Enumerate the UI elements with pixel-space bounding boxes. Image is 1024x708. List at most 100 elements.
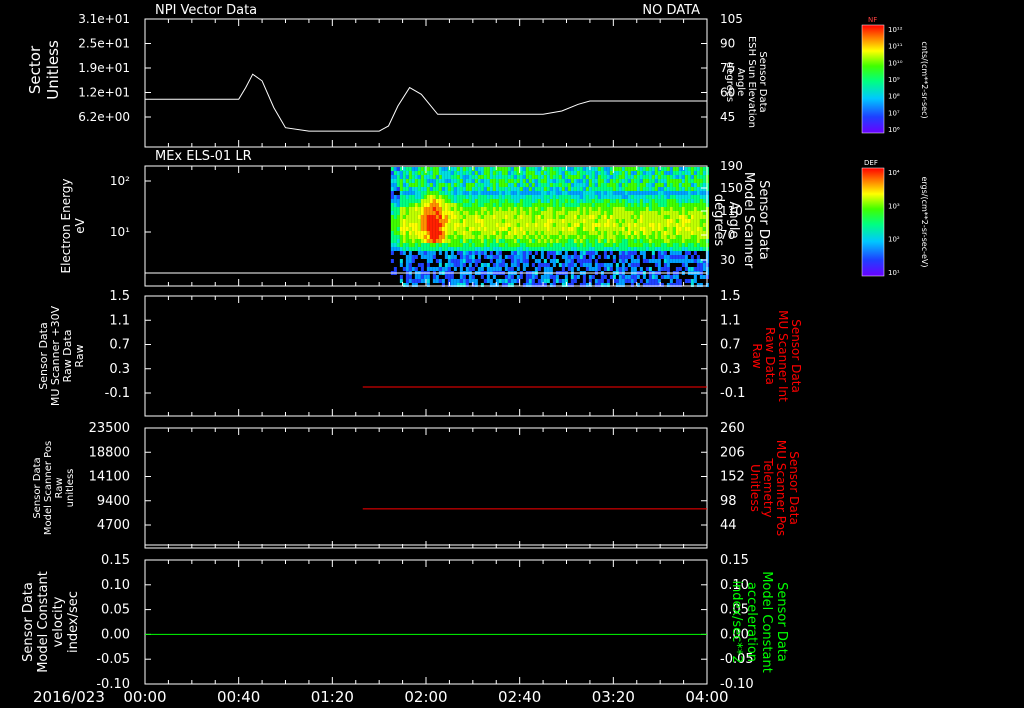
- heatmap-cell: [675, 167, 679, 171]
- heatmap-cell: [456, 199, 460, 203]
- heatmap-cell: [594, 235, 598, 239]
- heatmap-cell: [519, 211, 523, 215]
- heatmap-cell: [531, 191, 535, 195]
- heatmap-cell: [453, 215, 457, 219]
- heatmap-cell: [657, 191, 661, 195]
- heatmap-cell: [570, 235, 574, 239]
- heatmap-cell: [534, 211, 538, 215]
- heatmap-cell: [420, 183, 424, 187]
- heatmap-cell: [471, 187, 475, 191]
- heatmap-cell: [693, 215, 697, 219]
- heatmap-cell: [411, 231, 415, 235]
- heatmap-cell: [675, 243, 679, 247]
- heatmap-cell: [507, 279, 511, 283]
- heatmap-cell: [603, 199, 607, 203]
- heatmap-cell: [663, 187, 667, 191]
- heatmap-cell: [432, 211, 436, 215]
- heatmap-cell: [429, 223, 433, 227]
- heatmap-cell: [429, 171, 433, 175]
- heatmap-cell: [528, 227, 532, 231]
- heatmap-cell: [414, 187, 418, 191]
- heatmap-cell: [615, 215, 619, 219]
- heatmap-cell: [627, 207, 631, 211]
- heatmap-cell: [450, 251, 454, 255]
- heatmap-cell: [498, 267, 502, 271]
- heatmap-cell: [525, 263, 529, 267]
- heatmap-cell: [642, 251, 646, 255]
- heatmap-cell: [684, 191, 688, 195]
- panel-frame: [144, 559, 708, 685]
- heatmap-cell: [585, 267, 589, 271]
- heatmap-cell: [666, 203, 670, 207]
- heatmap-cell: [573, 191, 577, 195]
- heatmap-cell: [564, 219, 568, 223]
- heatmap-cell: [594, 227, 598, 231]
- heatmap-cell: [420, 211, 424, 215]
- heatmap-cell: [561, 255, 565, 259]
- heatmap-cell: [435, 239, 439, 243]
- colorbar-tick-label: 10¹²: [888, 26, 903, 34]
- heatmap-cell: [627, 219, 631, 223]
- heatmap-cell: [690, 175, 694, 179]
- heatmap-cell: [486, 235, 490, 239]
- heatmap-cell: [504, 255, 508, 259]
- heatmap-cell: [690, 231, 694, 235]
- heatmap-cell: [633, 219, 637, 223]
- heatmap-cell: [600, 187, 604, 191]
- heatmap-cell: [633, 199, 637, 203]
- heatmap-cell: [690, 239, 694, 243]
- heatmap-cell: [510, 279, 514, 283]
- heatmap-cell: [435, 279, 439, 283]
- heatmap-cell: [582, 179, 586, 183]
- heatmap-cell: [672, 219, 676, 223]
- heatmap-cell: [540, 231, 544, 235]
- right-tick-label: 1.5: [720, 289, 741, 304]
- heatmap-cell: [555, 219, 559, 223]
- heatmap-cell: [423, 255, 427, 259]
- heatmap-cell: [552, 227, 556, 231]
- heatmap-cell: [633, 227, 637, 231]
- heatmap-cell: [390, 251, 394, 255]
- left-tick-label: 3.1e+01: [78, 12, 130, 26]
- heatmap-cell: [636, 223, 640, 227]
- heatmap-cell: [408, 203, 412, 207]
- heatmap-cell: [636, 243, 640, 247]
- heatmap-cell: [432, 187, 436, 191]
- heatmap-cell: [636, 203, 640, 207]
- heatmap-cell: [636, 263, 640, 267]
- heatmap-cell: [663, 267, 667, 271]
- axis-label-line: Model Constant: [759, 571, 774, 673]
- heatmap-cell: [450, 263, 454, 267]
- heatmap-cell: [690, 171, 694, 175]
- heatmap-cell: [654, 191, 658, 195]
- heatmap-cell: [447, 223, 451, 227]
- heatmap-cell: [648, 219, 652, 223]
- heatmap-cell: [612, 235, 616, 239]
- heatmap-cell: [618, 247, 622, 251]
- heatmap-cell: [681, 171, 685, 175]
- heatmap-cell: [483, 175, 487, 179]
- panel-electron-energy: MEx ELS-01 LR 10²10¹ 1901501107030 Elect…: [59, 149, 771, 287]
- heatmap-cell: [681, 203, 685, 207]
- heatmap-cell: [453, 175, 457, 179]
- heatmap-cell: [504, 175, 508, 179]
- heatmap-cell: [621, 167, 625, 171]
- heatmap-cell: [633, 263, 637, 267]
- heatmap-cell: [396, 207, 400, 211]
- heatmap-cell: [678, 223, 682, 227]
- heatmap-cell: [474, 195, 478, 199]
- heatmap-cell: [606, 247, 610, 251]
- heatmap-cell: [609, 235, 613, 239]
- heatmap-cell: [690, 199, 694, 203]
- heatmap-cell: [618, 251, 622, 255]
- heatmap-cell: [549, 235, 553, 239]
- left-axis-label: Electron Energy eV: [59, 178, 87, 273]
- heatmap-cell: [603, 171, 607, 175]
- heatmap-cell: [603, 211, 607, 215]
- heatmap-cell: [507, 247, 511, 251]
- heatmap-cell: [564, 207, 568, 211]
- heatmap-cell: [522, 171, 526, 175]
- heatmap-cell: [429, 231, 433, 235]
- heatmap-cell: [426, 267, 430, 271]
- heatmap-cell: [702, 263, 706, 267]
